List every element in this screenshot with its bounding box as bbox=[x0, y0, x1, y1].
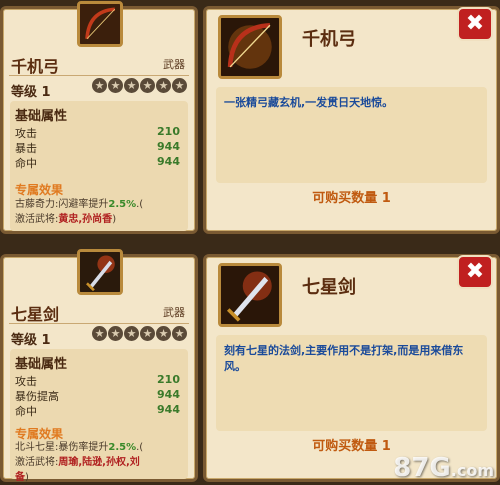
weapon-level: 等级 1 bbox=[11, 85, 51, 100]
attr-row: 暴击 944 bbox=[15, 140, 180, 155]
weapon-detail-name: 七星剑 bbox=[302, 277, 356, 298]
close-button[interactable]: ✖ bbox=[457, 255, 493, 289]
attr-value: 210 bbox=[157, 373, 180, 386]
attr-row: 命中 944 bbox=[15, 155, 180, 170]
attr-row: 攻击 210 bbox=[15, 125, 180, 140]
effect-desc: 古藤奇力:闪避率提升 bbox=[15, 199, 109, 210]
effect-value: 2.5% bbox=[108, 442, 137, 453]
star-rating: ★ ★ ★ ★ ★ ★ bbox=[92, 78, 187, 93]
attr-row: 命中 944 bbox=[15, 403, 180, 418]
weapon-description: 刻有七星的法剑,主要作用不是打架,而是用来借东风。 bbox=[216, 335, 487, 431]
weapon-card-qixingjian: 七星剑 武器 等级 1 ★ ★ ★ ★ ★ ★ 基础属性 攻击 210 暴伤提高… bbox=[0, 249, 198, 483]
star-icon: ★ bbox=[156, 326, 171, 341]
sword-icon bbox=[218, 263, 282, 327]
divider bbox=[9, 323, 189, 324]
attr-label: 攻击 bbox=[15, 375, 37, 388]
attr-label: 暴伤提高 bbox=[15, 390, 59, 403]
weapon-type: 武器 bbox=[163, 58, 185, 71]
weapon-name: 七星剑 bbox=[11, 305, 60, 324]
effect-desc: 北斗七星:暴伤率提升 bbox=[15, 442, 109, 453]
purchasable-quantity: 可购买数量 1 bbox=[312, 439, 391, 454]
watermark-domain: .com bbox=[450, 461, 494, 480]
attr-value: 944 bbox=[157, 388, 180, 401]
weapon-detail-name: 千机弓 bbox=[302, 29, 356, 50]
watermark-g: G bbox=[429, 453, 451, 483]
activate-heroes: 黄忠,孙尚香 bbox=[58, 214, 113, 225]
weapon-description: 一张精弓藏玄机,一发贯日天地惊。 bbox=[216, 87, 487, 183]
bow-icon bbox=[77, 1, 123, 47]
attr-row: 攻击 210 bbox=[15, 373, 180, 388]
star-icon: ★ bbox=[140, 326, 155, 341]
star-icon: ★ bbox=[140, 78, 155, 93]
attr-label: 攻击 bbox=[15, 127, 37, 140]
close-button[interactable]: ✖ bbox=[457, 7, 493, 41]
star-icon: ★ bbox=[92, 78, 107, 93]
watermark-num: 87 bbox=[393, 453, 430, 483]
special-effect-text: 北斗七星:暴伤率提升2.5%.( 激活武将:周瑜,陆逊,孙权,刘 备) bbox=[15, 440, 184, 485]
weapon-detail-qixingjian: 七星剑 ✖ 刻有七星的法剑,主要作用不是打架,而是用来借东风。 可购买数量 1 bbox=[203, 254, 500, 482]
purchasable-quantity: 可购买数量 1 bbox=[312, 191, 391, 206]
star-icon: ★ bbox=[92, 326, 107, 341]
star-icon: ★ bbox=[108, 326, 123, 341]
star-icon: ★ bbox=[124, 326, 139, 341]
star-icon: ★ bbox=[108, 78, 123, 93]
sword-icon bbox=[77, 249, 123, 295]
star-icon: ★ bbox=[124, 78, 139, 93]
bow-icon bbox=[218, 15, 282, 79]
weapon-detail-qianjigong: 千机弓 ✖ 一张精弓藏玄机,一发贯日天地惊。 可购买数量 1 bbox=[203, 6, 500, 234]
weapon-level: 等级 1 bbox=[11, 333, 51, 348]
activate-heroes: 备 bbox=[15, 472, 25, 483]
attr-row: 暴伤提高 944 bbox=[15, 388, 180, 403]
activate-label: 激活武将: bbox=[15, 214, 59, 225]
divider bbox=[9, 75, 189, 76]
attr-value: 210 bbox=[157, 125, 180, 138]
site-watermark: 87G.com bbox=[393, 453, 494, 483]
weapon-name: 千机弓 bbox=[11, 57, 60, 76]
attributes-panel: 基础属性 攻击 210 暴击 944 命中 944 专属效果 古藤奇力:闪避率提… bbox=[10, 101, 188, 231]
special-effect-title: 专属效果 bbox=[15, 183, 64, 197]
effect-punct: ) bbox=[25, 472, 29, 483]
attr-label: 命中 bbox=[15, 157, 37, 170]
attr-value: 944 bbox=[157, 403, 180, 416]
attributes-title: 基础属性 bbox=[15, 109, 68, 124]
weapon-card-qianjigong: 千机弓 武器 等级 1 ★ ★ ★ ★ ★ ★ 基础属性 攻击 210 暴击 9… bbox=[0, 1, 198, 234]
star-rating: ★ ★ ★ ★ ★ ★ bbox=[92, 326, 187, 341]
attr-label: 暴击 bbox=[15, 142, 37, 155]
star-icon: ★ bbox=[156, 78, 171, 93]
attr-value: 944 bbox=[157, 140, 180, 153]
star-icon: ★ bbox=[172, 326, 187, 341]
star-icon: ★ bbox=[172, 78, 187, 93]
special-effect-text: 古藤奇力:闪避率提升2.5%.( 激活武将:黄忠,孙尚香) bbox=[15, 197, 184, 227]
weapon-type: 武器 bbox=[163, 306, 185, 319]
activate-heroes: 周瑜,陆逊,孙权,刘 bbox=[58, 457, 140, 468]
attributes-panel: 基础属性 攻击 210 暴伤提高 944 命中 944 专属效果 北斗七星:暴伤… bbox=[10, 349, 188, 483]
effect-punct: .( bbox=[136, 442, 144, 453]
activate-label: 激活武将: bbox=[15, 457, 59, 468]
attr-label: 命中 bbox=[15, 405, 37, 418]
effect-value: 2.5% bbox=[108, 199, 137, 210]
effect-punct: .( bbox=[136, 199, 144, 210]
attr-value: 944 bbox=[157, 155, 180, 168]
attributes-title: 基础属性 bbox=[15, 357, 68, 372]
effect-punct: ) bbox=[112, 214, 117, 225]
